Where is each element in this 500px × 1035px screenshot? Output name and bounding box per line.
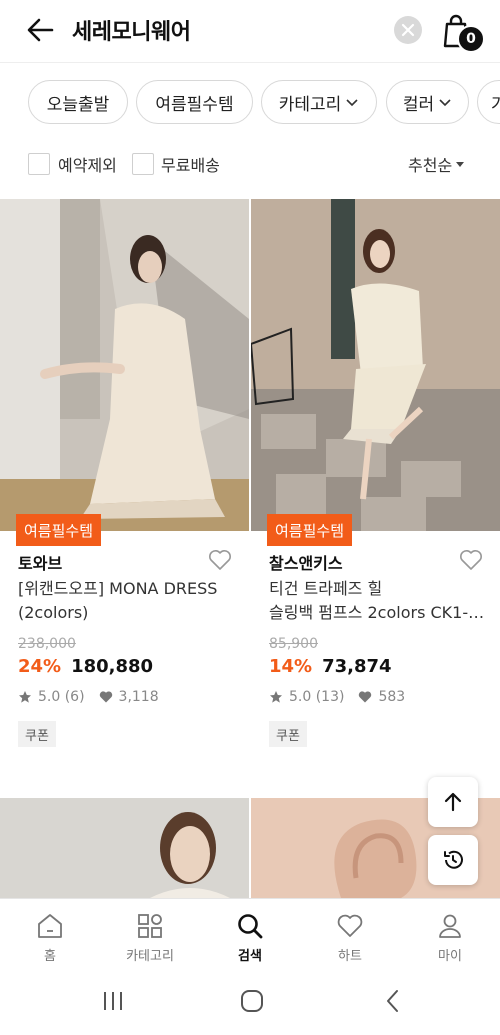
rating-row: 5.0 (6) 3,118 [18, 689, 159, 705]
product-name-line2: (2colors) [18, 603, 89, 622]
home-icon [38, 914, 62, 938]
product-brand[interactable]: 찰스앤키스 [269, 550, 343, 574]
cart-count-badge: 0 [457, 25, 485, 53]
exclude-reservation-checkbox[interactable] [28, 153, 50, 175]
discount-rate: 14% [269, 656, 313, 677]
price-row: 14% 73,874 [269, 656, 392, 677]
chip-summer-essentials[interactable]: 여름필수템 [136, 80, 253, 124]
original-price: 85,900 [269, 636, 318, 652]
rating-value: 5.0 (6) [38, 689, 85, 705]
history-icon [444, 850, 463, 869]
discount-rate: 24% [18, 656, 62, 677]
product-card[interactable]: 여름필수템 찰스앤키스 티건 트라페즈 힐 슬링백 펌프스 2colors CK… [251, 199, 500, 759]
nav-label: 하트 [338, 949, 362, 964]
free-shipping-label[interactable]: 무료배송 [161, 152, 220, 176]
product-name[interactable]: 티건 트라페즈 힐 슬링백 펌프스 2colors CK1-60361565 [269, 577, 493, 625]
scroll-to-top-button[interactable] [428, 777, 478, 827]
star-icon [19, 691, 31, 703]
product-photo-pumps [251, 199, 500, 531]
like-count: 3,118 [118, 689, 159, 705]
star-icon [270, 691, 282, 703]
sale-price: 73,874 [322, 656, 392, 677]
like-count: 583 [378, 689, 406, 705]
recent-apps-icon[interactable] [98, 986, 128, 1016]
sale-price: 180,880 [71, 656, 154, 677]
nav-my[interactable]: 마이 [400, 899, 500, 969]
rating-row: 5.0 (13) 583 [269, 689, 405, 705]
system-back-icon[interactable] [378, 986, 408, 1016]
bottom-navigation: 홈 카테고리 검색 하트 마이 [0, 898, 500, 968]
summer-essentials-tag: 여름필수템 [16, 514, 102, 546]
caret-down-icon [456, 161, 465, 167]
product-image[interactable] [251, 199, 500, 531]
back-arrow-icon[interactable] [24, 13, 58, 47]
header-divider [0, 62, 500, 63]
nav-search[interactable]: 검색 [200, 899, 300, 969]
product-card[interactable]: 여름필수템 토와브 [위캔드오프] MONA DRESS (2colors) 2… [0, 199, 249, 759]
product-image[interactable] [0, 199, 249, 531]
filter-chip-bar: 오늘출발 여름필수템 카테고리 컬러 가 [0, 80, 500, 124]
nav-label: 검색 [238, 949, 262, 964]
nav-heart[interactable]: 하트 [300, 899, 400, 969]
close-icon [401, 23, 415, 37]
chip-more[interactable]: 가 [477, 80, 500, 124]
heart-outline-icon[interactable] [459, 549, 483, 571]
product-name-line1: [위캔드오프] MONA DRESS [18, 579, 218, 598]
home-button-icon[interactable] [237, 986, 267, 1016]
original-price: 238,000 [18, 636, 76, 652]
product-name-line2: 슬링백 펌프스 2colors CK1-60361565 [269, 603, 493, 622]
heart-filled-icon [359, 691, 372, 703]
person-icon [439, 914, 461, 938]
sort-label: 추천순 [408, 156, 453, 175]
clear-search-button[interactable] [394, 16, 422, 44]
price-row: 24% 180,880 [18, 656, 153, 677]
nav-label: 홈 [44, 949, 56, 964]
search-icon [238, 914, 263, 939]
chip-label: 컬러 [402, 94, 435, 115]
chip-label: 여름필수템 [155, 94, 234, 115]
chip-color[interactable]: 컬러 [386, 80, 469, 124]
chevron-down-icon [439, 99, 451, 107]
product-brand[interactable]: 토와브 [18, 550, 62, 574]
sort-dropdown[interactable]: 추천순 [408, 152, 465, 176]
chip-category[interactable]: 카테고리 [261, 80, 377, 124]
exclude-reservation-label[interactable]: 예약제외 [58, 152, 117, 176]
product-photo-model [0, 798, 249, 898]
page-title: 세레모니웨어 [72, 20, 191, 45]
nav-home[interactable]: 홈 [0, 899, 100, 969]
filter-row: 예약제외 무료배송 추천순 [0, 148, 500, 180]
free-shipping-checkbox[interactable] [132, 153, 154, 175]
nav-label: 마이 [438, 949, 462, 964]
grid-icon [138, 914, 162, 938]
coupon-badge: 쿠폰 [18, 721, 56, 747]
rating-value: 5.0 (13) [289, 689, 345, 705]
header: 세레모니웨어 0 [0, 0, 500, 62]
recent-history-button[interactable] [428, 835, 478, 885]
system-navigation-bar [0, 968, 500, 1035]
product-photo-dress [0, 199, 249, 531]
chip-today-shipping[interactable]: 오늘출발 [28, 80, 128, 124]
nav-category[interactable]: 카테고리 [100, 899, 200, 969]
heart-outline-icon[interactable] [208, 549, 232, 571]
chip-label: 카테고리 [278, 94, 342, 115]
nav-label: 카테고리 [126, 949, 174, 964]
chip-label: 가 [491, 94, 500, 115]
product-name[interactable]: [위캔드오프] MONA DRESS (2colors) [18, 577, 242, 625]
coupon-badge: 쿠폰 [269, 721, 307, 747]
arrow-up-icon [444, 792, 462, 812]
product-card-partial[interactable] [0, 798, 249, 898]
heart-icon [337, 914, 363, 937]
heart-filled-icon [99, 691, 112, 703]
summer-essentials-tag: 여름필수템 [267, 514, 353, 546]
product-name-line1: 티건 트라페즈 힐 [269, 579, 383, 598]
chip-label: 오늘출발 [46, 94, 110, 115]
chevron-down-icon [346, 99, 358, 107]
